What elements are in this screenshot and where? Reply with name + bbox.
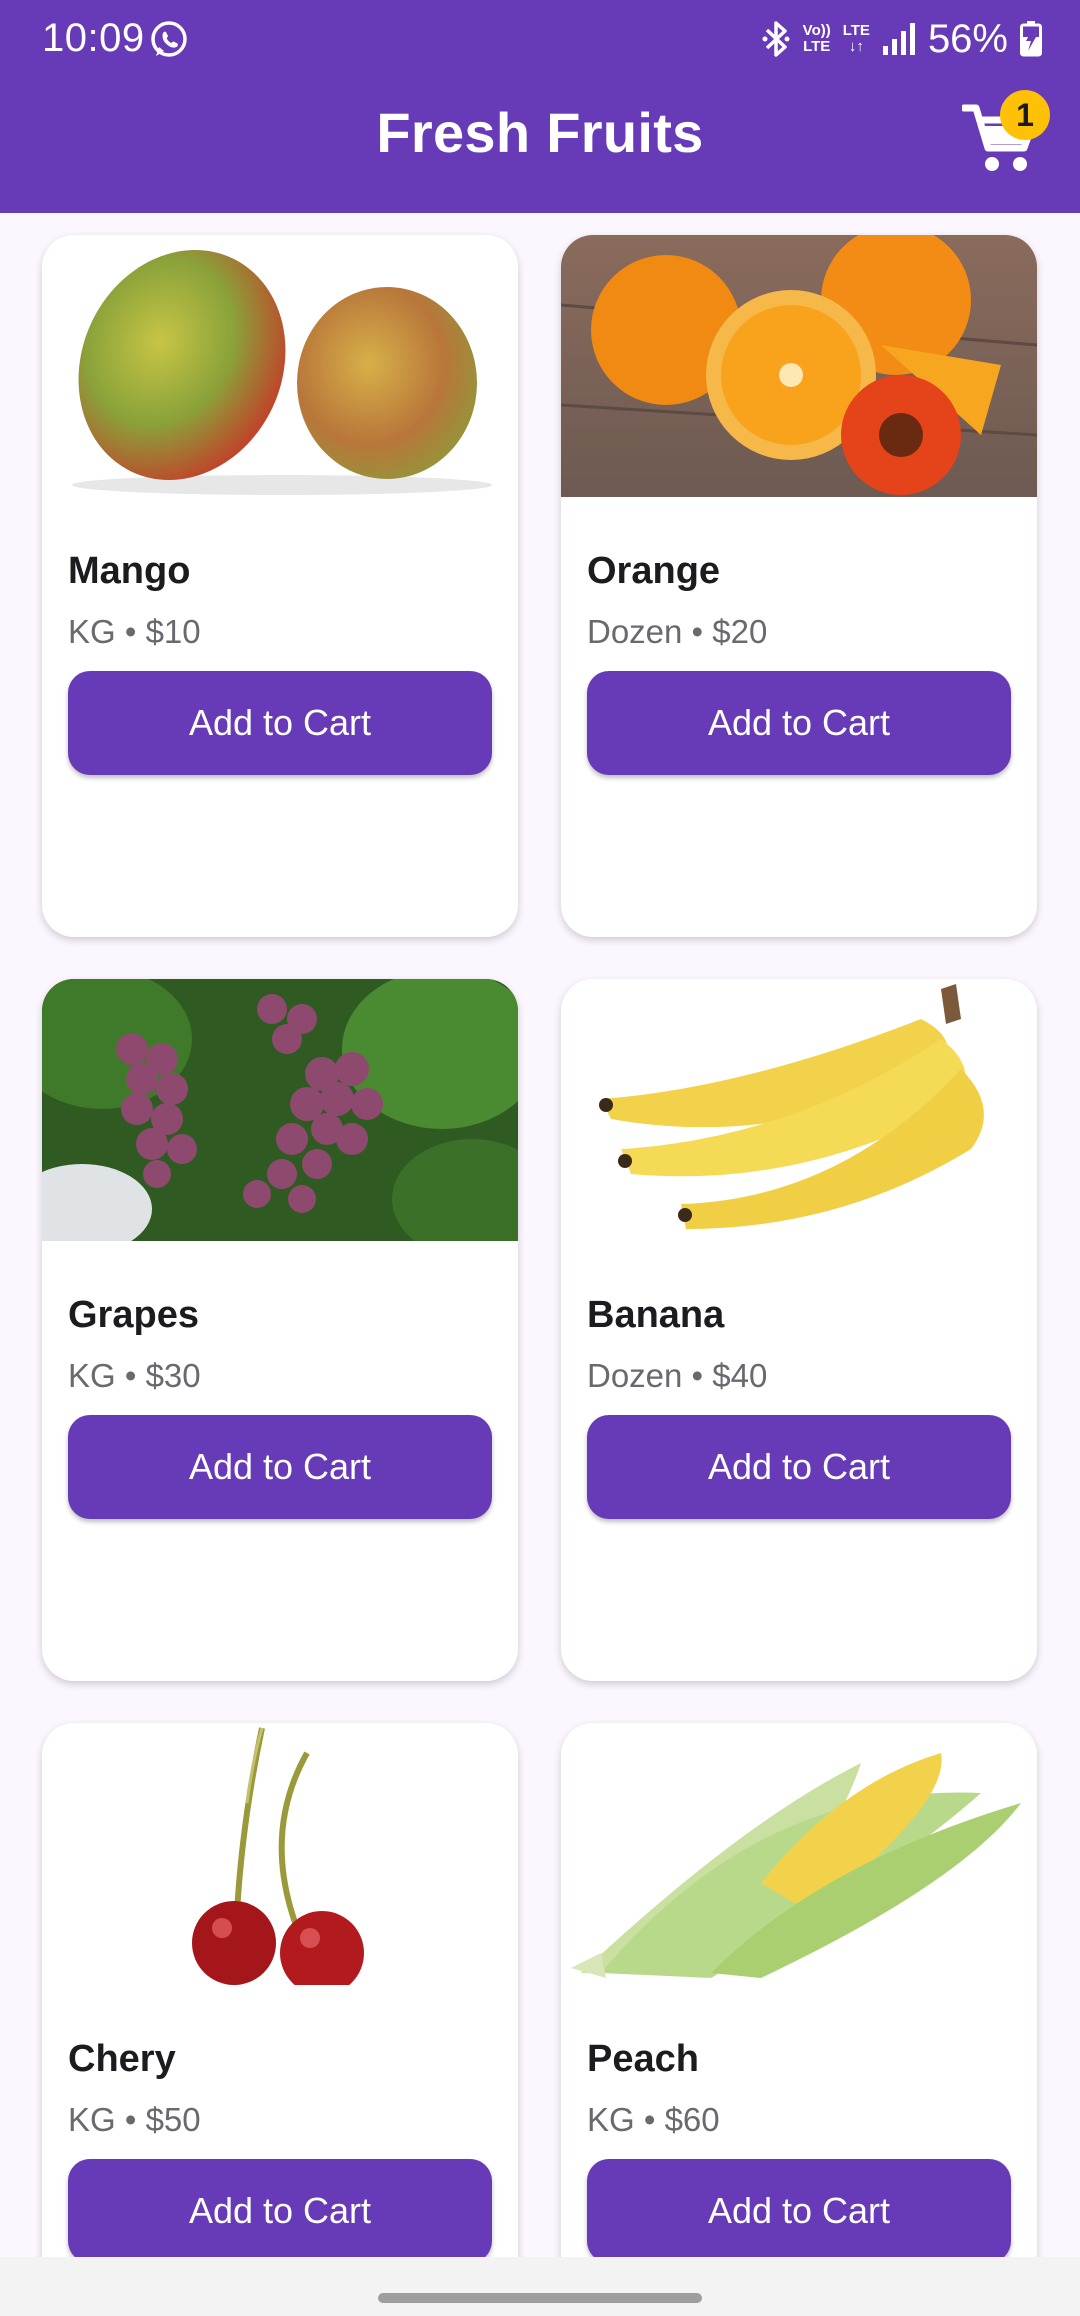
signal-icon bbox=[882, 23, 915, 55]
product-name: Chery bbox=[68, 2038, 176, 2080]
product-unit-price: Dozen • $20 bbox=[587, 613, 768, 650]
page-title: Fresh Fruits bbox=[376, 101, 704, 164]
product-unit-price: KG • $10 bbox=[68, 613, 201, 650]
corn-image bbox=[561, 1723, 1037, 1985]
add-to-cart-button[interactable]: Add to Cart bbox=[68, 1415, 492, 1519]
whatsapp-icon bbox=[151, 21, 187, 57]
battery-percent: 56% bbox=[927, 16, 1008, 61]
product-card-banana: Banana Dozen • $40 Add to Cart bbox=[561, 979, 1037, 1681]
product-card-orange: Orange Dozen • $20 Add to Cart bbox=[561, 235, 1037, 937]
volte-bottom-label: LTE bbox=[803, 38, 831, 55]
grapes-image bbox=[42, 979, 518, 1241]
product-name: Peach bbox=[587, 2038, 699, 2080]
add-to-cart-button[interactable]: Add to Cart bbox=[587, 1415, 1011, 1519]
banana-image bbox=[561, 979, 1037, 1241]
status-bar: 10:09 Vo)) LTE LTE ↓↑ 56% bbox=[0, 0, 1080, 80]
bluetooth-icon bbox=[762, 21, 790, 57]
orange-image bbox=[561, 235, 1037, 497]
lte-indicator: LTE ↓↑ bbox=[843, 23, 870, 55]
product-grid: Mango KG • $10 Add to Cart Orange Dozen … bbox=[0, 213, 1080, 2257]
product-unit-price: KG • $60 bbox=[587, 2101, 720, 2138]
product-card-grapes: Grapes KG • $30 Add to Cart bbox=[42, 979, 518, 1681]
cherry-image bbox=[42, 1723, 518, 1985]
product-unit-price: KG • $30 bbox=[68, 1357, 201, 1394]
status-time: 10:09 bbox=[42, 16, 145, 60]
product-card-chery: Chery KG • $50 Add to Cart bbox=[42, 1723, 518, 2257]
add-to-cart-button[interactable]: Add to Cart bbox=[587, 671, 1011, 775]
lte-top-label: LTE bbox=[842, 22, 870, 39]
status-icons: Vo)) LTE LTE ↓↑ 56% bbox=[761, 16, 1042, 62]
add-to-cart-button[interactable]: Add to Cart bbox=[68, 2159, 492, 2257]
home-gesture-handle[interactable] bbox=[378, 2293, 702, 2303]
navigation-bar bbox=[0, 2257, 1080, 2316]
product-unit-price: Dozen • $40 bbox=[587, 1357, 768, 1394]
mango-image bbox=[42, 235, 518, 497]
product-name: Grapes bbox=[68, 1294, 199, 1336]
product-card-peach: Peach KG • $60 Add to Cart bbox=[561, 1723, 1037, 2257]
add-to-cart-button[interactable]: Add to Cart bbox=[587, 2159, 1011, 2257]
product-card-mango: Mango KG • $10 Add to Cart bbox=[42, 235, 518, 937]
battery-charging-icon bbox=[1020, 21, 1042, 57]
product-name: Mango bbox=[68, 550, 191, 592]
product-name: Orange bbox=[587, 550, 721, 592]
volte-top-label: Vo)) bbox=[802, 22, 831, 39]
cart-count-badge: 1 bbox=[1000, 90, 1050, 140]
volte-indicator: Vo)) LTE bbox=[803, 23, 831, 55]
app-bar: 10:09 Vo)) LTE LTE ↓↑ 56% Fresh Fruits 1 bbox=[0, 0, 1080, 213]
product-unit-price: KG • $50 bbox=[68, 2101, 201, 2138]
product-name: Banana bbox=[587, 1294, 725, 1336]
lte-arrows-label: ↓↑ bbox=[848, 38, 864, 55]
add-to-cart-button[interactable]: Add to Cart bbox=[68, 671, 492, 775]
